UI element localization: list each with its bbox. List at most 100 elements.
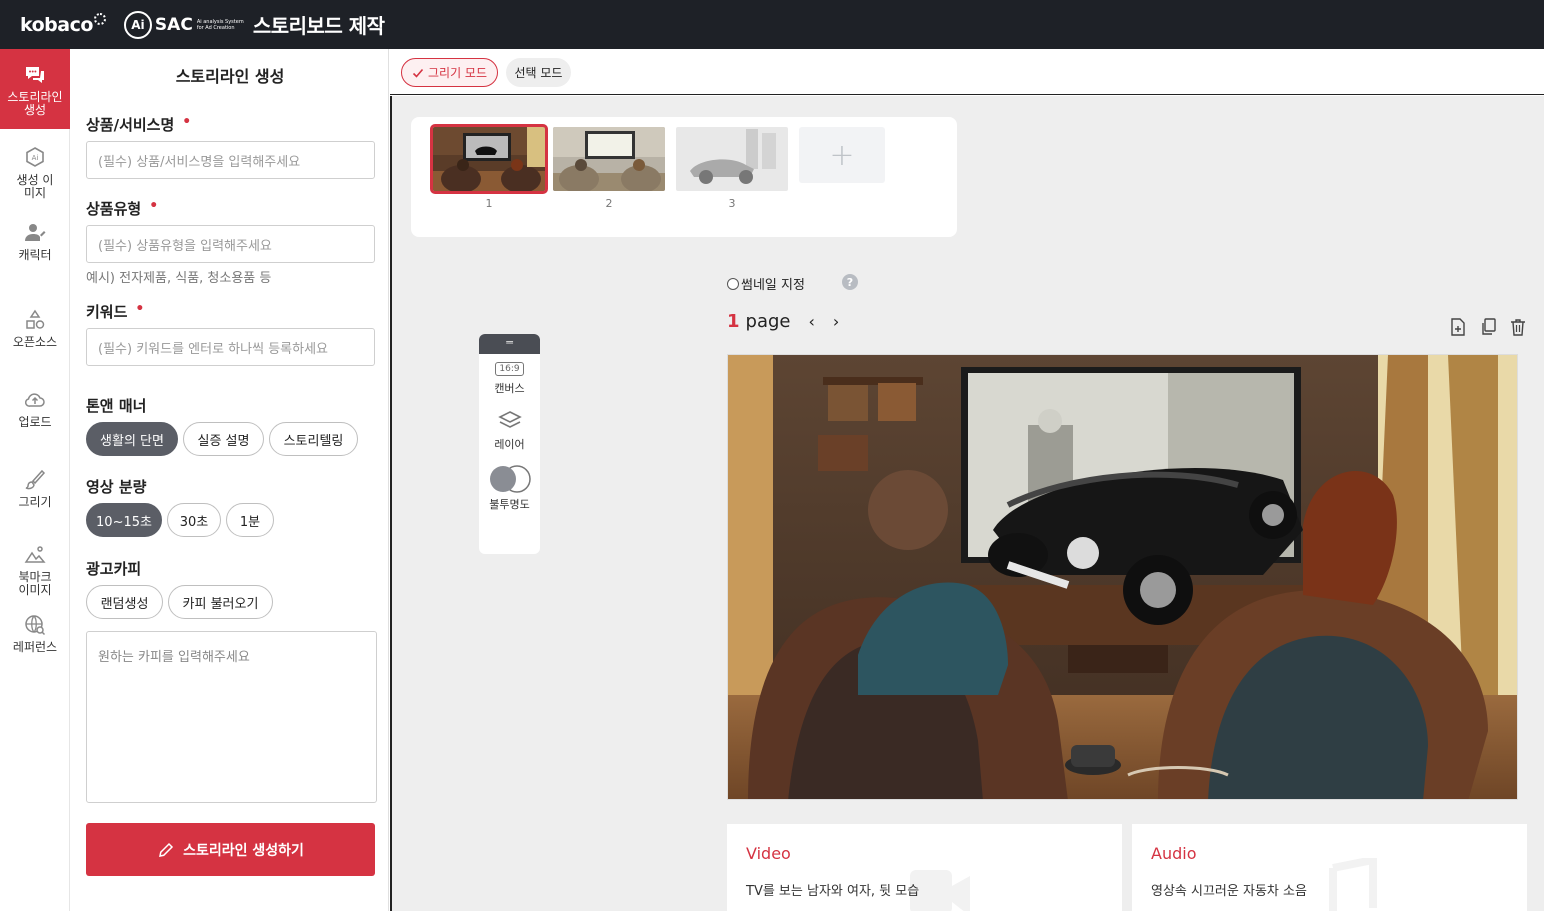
tone-option-demonstration[interactable]: 실증 설명: [183, 422, 264, 456]
random-copy-button[interactable]: 랜덤생성: [86, 585, 163, 619]
canvas-toolbox: ═ 16:9 캔버스 레이어 불투명도: [479, 334, 540, 554]
product-type-label: 상품유형 •: [86, 198, 158, 219]
shapes-icon: [26, 309, 45, 329]
select-mode-button[interactable]: 선택 모드: [506, 58, 571, 87]
help-icon[interactable]: ?: [842, 274, 858, 290]
page-actions: [1450, 318, 1526, 336]
sidebar-rail: 스토리라인 생성 Ai 생성 이미지 캐릭터 오픈소스 업로드 그리기 북마크 …: [0, 49, 70, 911]
product-type-input[interactable]: (필수) 상품유형을 입력해주세요: [86, 225, 375, 263]
audio-watermark-icon: [1329, 858, 1377, 911]
required-mark: •: [149, 198, 159, 214]
sidebar-item-upload[interactable]: 업로드: [0, 363, 70, 443]
sidebar-item-generated-image[interactable]: Ai 생성 이미지: [0, 129, 70, 203]
sidebar-item-opensource[interactable]: 오픈소스: [0, 283, 70, 363]
svg-text:Ai: Ai: [32, 154, 39, 162]
next-page-button[interactable]: ›: [833, 312, 839, 331]
add-page-icon[interactable]: [1450, 318, 1466, 336]
sac-subtitle: Ai analysis System for Ad Creation: [196, 18, 244, 31]
required-mark: •: [182, 114, 192, 130]
video-card-title: Video: [746, 844, 791, 863]
video-card[interactable]: Video TV를 보는 남자와 여자, 뒷 모습: [727, 824, 1122, 911]
tone-option-slice-of-life[interactable]: 생활의 단면: [86, 422, 178, 456]
opacity-tool[interactable]: 불투명도: [479, 464, 540, 512]
product-name-label: 상품/서비스명 •: [86, 114, 191, 135]
audio-card-title: Audio: [1151, 844, 1197, 863]
sac-logo: SAC: [154, 14, 193, 35]
scene-thumbnail-image: [676, 127, 788, 191]
current-page-number: 1: [727, 311, 740, 332]
audio-card[interactable]: Audio 영상속 시끄러운 자동차 소음: [1132, 824, 1527, 911]
product-type-hint: 예시) 전자제품, 식품, 청소용품 등: [86, 271, 272, 286]
keyword-label: 키워드 •: [86, 301, 144, 322]
ad-copy-label: 광고카피: [86, 560, 142, 578]
canvas-tool[interactable]: 16:9 캔버스: [479, 362, 540, 396]
duration-option-1m[interactable]: 1분: [226, 503, 274, 537]
delete-page-icon[interactable]: [1510, 318, 1526, 336]
layers-icon: [497, 411, 522, 428]
page-unit-label: page: [745, 311, 791, 332]
duration-option-10-15s[interactable]: 10~15초: [86, 503, 162, 537]
tool-label: 캔버스: [494, 382, 525, 395]
panel-title: 스토리라인 생성: [175, 67, 285, 86]
ai-image-icon: Ai: [26, 147, 44, 167]
thumbnail-1[interactable]: [430, 124, 548, 194]
load-copy-button[interactable]: 카피 불러오기: [168, 585, 273, 619]
thumbnail-setting[interactable]: 썸네일 지정: [727, 274, 805, 293]
top-header: kobaco Ai SAC Ai analysis System for Ad …: [0, 0, 1544, 49]
duration-option-30s[interactable]: 30초: [167, 503, 221, 537]
sidebar-item-label: 스토리라인 생성: [7, 90, 63, 117]
thumbnail-2[interactable]: [553, 127, 665, 191]
chat-icon: [26, 67, 44, 83]
required-mark: •: [135, 301, 145, 317]
character-icon: [25, 224, 46, 241]
sidebar-item-storyline[interactable]: 스토리라인 생성: [0, 49, 70, 129]
generate-storyline-button[interactable]: 스토리라인 생성하기: [86, 823, 375, 876]
toolbox-drag-handle[interactable]: ═: [479, 334, 540, 354]
sidebar-item-label: 생성 이미지: [16, 173, 54, 200]
sidebar-item-bookmark-image[interactable]: 북마크 이미지: [0, 523, 70, 603]
bookmark-image-icon: [24, 546, 46, 563]
video-card-text: TV를 보는 남자와 여자, 뒷 모습: [746, 884, 920, 899]
sidebar-item-character[interactable]: 캐릭터: [0, 203, 70, 283]
keyword-input[interactable]: (필수) 키워드를 엔터로 하나씩 등록하세요: [86, 328, 375, 366]
storyboard-canvas[interactable]: [727, 354, 1518, 800]
thumbnail-radio[interactable]: [727, 277, 739, 290]
duration-label: 영상 분량: [86, 478, 147, 496]
globe-icon: [25, 615, 46, 636]
product-name-input[interactable]: (필수) 상품/서비스명을 입력해주세요: [86, 141, 375, 179]
scene-thumbnail-image: [553, 127, 665, 191]
storyboard-workspace: 1 2 3 + ═ 16:9 캔버스 레이어 불투명도 썸네일 지정 ? 1 p…: [390, 96, 1544, 911]
label-text: 키워드: [86, 303, 128, 321]
sidebar-item-reference[interactable]: 레퍼런스: [0, 603, 70, 683]
draw-mode-button[interactable]: 그리기 모드: [401, 58, 498, 87]
sidebar-item-label: 레퍼런스: [12, 640, 58, 654]
mode-toolbar: 그리기 모드 선택 모드: [390, 49, 1544, 95]
thumbnail-3[interactable]: [676, 127, 788, 191]
tone-label: 톤앤 매너: [86, 397, 147, 415]
tool-label: 불투명도: [489, 498, 530, 511]
sidebar-item-label: 업로드: [18, 415, 52, 429]
copy-page-icon[interactable]: [1480, 318, 1496, 336]
thumbnail-number: 2: [605, 197, 613, 210]
check-icon: [412, 68, 424, 78]
pencil-icon: [159, 842, 174, 857]
tone-option-storytelling[interactable]: 스토리텔링: [269, 422, 358, 456]
sidebar-item-draw[interactable]: 그리기: [0, 443, 70, 523]
ad-copy-textarea[interactable]: 원하는 카피를 입력해주세요: [86, 631, 377, 803]
sidebar-item-label: 그리기: [18, 495, 52, 509]
kobaco-logo[interactable]: kobaco: [20, 14, 93, 36]
prev-page-button[interactable]: ‹: [809, 312, 815, 331]
tool-label: 레이어: [494, 438, 525, 451]
opacity-icon: [489, 465, 531, 493]
layer-tool[interactable]: 레이어: [479, 410, 540, 452]
label-text: 상품유형: [86, 200, 142, 218]
sidebar-item-label: 오픈소스: [12, 335, 58, 349]
thumbnail-strip: 1 2 3 +: [411, 117, 957, 237]
logo-dots-icon: [93, 12, 106, 25]
scene-thumbnail-image: [433, 127, 545, 191]
storyline-panel: 스토리라인 생성 상품/서비스명 • (필수) 상품/서비스명을 입력해주세요 상…: [71, 49, 389, 911]
brush-icon: [25, 469, 46, 490]
add-scene-button[interactable]: +: [799, 127, 885, 183]
thumbnail-number: 1: [485, 197, 493, 210]
draw-mode-label: 그리기 모드: [427, 66, 487, 80]
